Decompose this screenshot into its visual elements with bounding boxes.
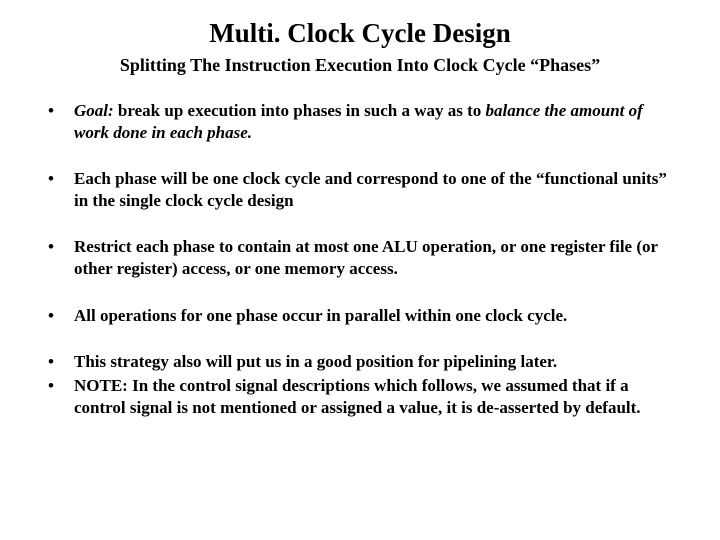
- bullet-item: NOTE: In the control signal descriptions…: [40, 375, 680, 419]
- bullet-text: NOTE: In the control signal descriptions…: [74, 376, 641, 417]
- bullet-item: This strategy also will put us in a good…: [40, 351, 680, 373]
- slide-subtitle: Splitting The Instruction Execution Into…: [40, 55, 680, 76]
- bullet-item: Goal: break up execution into phases in …: [40, 100, 680, 144]
- slide: Multi. Clock Cycle Design Splitting The …: [0, 0, 720, 540]
- bullet-text: All operations for one phase occur in pa…: [74, 306, 567, 325]
- bullet-text: Each phase will be one clock cycle and c…: [74, 169, 667, 210]
- bullet-item: All operations for one phase occur in pa…: [40, 305, 680, 327]
- bullet-text: Restrict each phase to contain at most o…: [74, 237, 658, 278]
- bullet-list: Goal: break up execution into phases in …: [40, 100, 680, 419]
- bullet-text: This strategy also will put us in a good…: [74, 352, 557, 371]
- bullet-text: Goal:: [74, 101, 114, 120]
- bullet-text: break up execution into phases in such a…: [114, 101, 486, 120]
- bullet-item: Each phase will be one clock cycle and c…: [40, 168, 680, 212]
- slide-title: Multi. Clock Cycle Design: [40, 18, 680, 49]
- bullet-item: Restrict each phase to contain at most o…: [40, 236, 680, 280]
